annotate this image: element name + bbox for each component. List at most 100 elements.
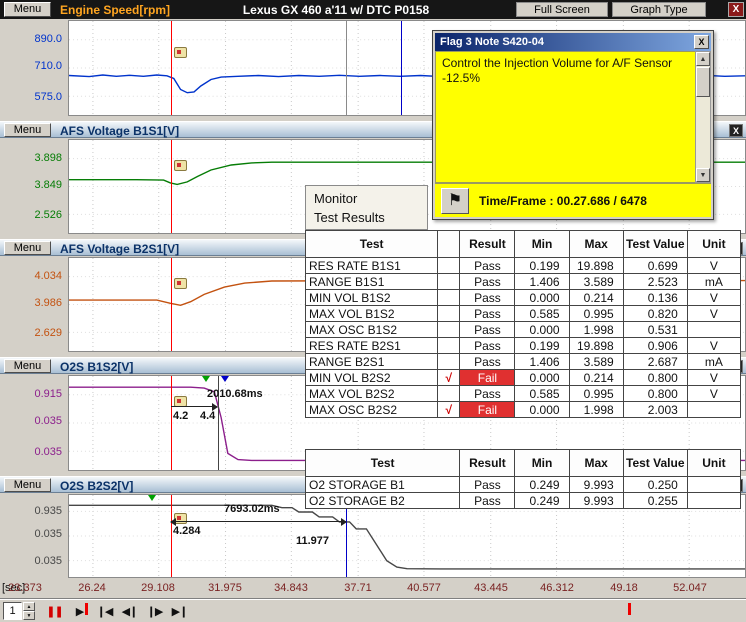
cell-min: 0.249 <box>515 477 569 493</box>
test-result-row[interactable]: MAX OSC B1S2Pass0.0001.9980.531 <box>306 322 741 338</box>
y-axis-afs-b2s1: 4.0343.9862.629 <box>0 257 68 352</box>
arrow-right-icon <box>341 518 347 526</box>
step-forward-button[interactable]: ❙▶ <box>142 601 167 621</box>
panel-title-afs-b2s1: AFS Voltage B2S1[V] <box>60 242 179 256</box>
cell-result: Pass <box>460 258 515 274</box>
spin-down-icon[interactable]: ▼ <box>23 611 35 620</box>
flag-marker-icon[interactable] <box>174 47 187 58</box>
test-result-row[interactable]: RES RATE B2S1Pass0.19919.8980.906V <box>306 338 741 354</box>
full-screen-button[interactable]: Full Screen <box>516 2 608 17</box>
time-frame-label: Time/Frame : 00.27.686 / 6478 <box>479 194 647 208</box>
test-result-row[interactable]: MAX VOL B1S2Pass0.5850.9950.820V <box>306 306 741 322</box>
cell-test-value: 2.523 <box>623 274 687 290</box>
test-result-row[interactable]: O2 STORAGE B2Pass0.2499.9930.255 <box>306 493 741 509</box>
pause-button[interactable]: ❚❚ <box>42 601 67 621</box>
test-result-row[interactable]: RES RATE B1S1Pass0.19919.8980.699V <box>306 258 741 274</box>
menu-button-o2s-b1s2[interactable]: Menu <box>4 359 51 373</box>
o2-storage-table: Test Result Min Max Test Value Unit O2 S… <box>305 449 741 509</box>
menu-button-afs-b1s1[interactable]: Menu <box>4 123 51 137</box>
y-axis-label: 3.898 <box>34 152 62 164</box>
dialog-close-button[interactable]: X <box>694 35 709 49</box>
cell-test-value: 0.820 <box>623 306 687 322</box>
test-result-row[interactable]: RANGE B1S1Pass1.4063.5892.523mA <box>306 274 741 290</box>
duration-annotation: 2010.68ms <box>207 388 263 400</box>
y-axis-label: 3.849 <box>34 179 62 191</box>
red-cursor-line[interactable] <box>171 21 172 115</box>
test-result-row[interactable]: MAX VOL B2S2Pass0.5850.9950.800V <box>306 386 741 402</box>
timeline-flag-marker[interactable] <box>85 603 88 615</box>
test-result-row[interactable]: MIN VOL B1S2Pass0.0000.2140.136V <box>306 290 741 306</box>
time-tick-label: 40.577 <box>394 582 454 594</box>
dialog-titlebar[interactable]: Flag 3 Note S420-04 X <box>435 33 711 51</box>
diagnostic-app: Menu Engine Speed[rpm] Lexus GX 460 a'11… <box>0 0 746 622</box>
red-cursor-line[interactable] <box>171 140 172 233</box>
y-axis-label: 575.0 <box>34 91 62 103</box>
skip-end-button[interactable]: ▶❙ <box>167 601 192 621</box>
menu-button-o2s-b2s2[interactable]: Menu <box>4 478 51 492</box>
note-scrollbar[interactable]: ▲ ▼ <box>695 51 711 183</box>
flag-marker-icon[interactable] <box>174 278 187 289</box>
cell-unit: V <box>687 338 740 354</box>
scroll-up-icon[interactable]: ▲ <box>696 52 710 66</box>
table-header-row: Test Result Min Max Test Value Unit <box>306 450 741 477</box>
monitor-label-box: Monitor Test Results <box>305 185 428 230</box>
flag-note-dialog: Flag 3 Note S420-04 X Control the Inject… <box>432 30 714 220</box>
close-icon[interactable]: X <box>728 2 744 17</box>
test-result-row[interactable]: MIN VOL B2S2√Fail0.0000.2140.800V <box>306 370 741 386</box>
red-cursor-line[interactable] <box>171 258 172 351</box>
monitor-title: Monitor <box>314 189 427 208</box>
flag-icon[interactable]: ⚑ <box>441 188 469 214</box>
col-result: Result <box>460 231 515 258</box>
frame-stepper[interactable]: 1 ▲▼ <box>3 602 35 620</box>
play-button[interactable]: ▶ <box>67 601 92 621</box>
red-cursor-line[interactable] <box>171 376 172 470</box>
cell-result: Pass <box>460 493 515 509</box>
cell-unit <box>687 322 740 338</box>
panel-title-o2s-b2s2: O2S B2S2[V] <box>60 479 133 493</box>
flag-marker-icon[interactable] <box>174 160 187 171</box>
cursor-value-left: 4.284 <box>173 525 201 537</box>
spin-up-icon[interactable]: ▲ <box>23 602 35 611</box>
cell-check <box>438 274 460 290</box>
test-result-row[interactable]: O2 STORAGE B1Pass0.2499.9930.250 <box>306 477 741 493</box>
col-min: Min <box>515 231 569 258</box>
col-max: Max <box>569 231 623 258</box>
cell-result: Pass <box>460 290 515 306</box>
timeline-flag-marker[interactable] <box>628 603 631 615</box>
cell-max: 19.898 <box>569 338 623 354</box>
panel-close-icon[interactable]: X <box>729 124 743 137</box>
cell-min: 0.199 <box>515 258 569 274</box>
cell-check: √ <box>438 402 460 418</box>
menu-button-main[interactable]: Menu <box>4 2 51 17</box>
time-tick-label: 34.843 <box>261 582 321 594</box>
cell-test: MAX VOL B1S2 <box>306 306 438 322</box>
time-tick-label: 31.975 <box>195 582 255 594</box>
cell-min: 0.000 <box>515 290 569 306</box>
cell-unit: mA <box>687 274 740 290</box>
scrollbar-thumb[interactable] <box>696 67 710 97</box>
blue-marker-icon <box>221 376 229 382</box>
cell-min: 0.000 <box>515 402 569 418</box>
step-back-button[interactable]: ◀❙ <box>117 601 142 621</box>
cell-max: 3.589 <box>569 274 623 290</box>
y-axis-o2s-b2s2: 0.9350.0350.035 <box>0 494 68 578</box>
cell-test: MAX VOL B2S2 <box>306 386 438 402</box>
test-result-row[interactable]: MAX OSC B2S2√Fail0.0001.9982.003 <box>306 402 741 418</box>
test-result-row[interactable]: RANGE B2S1Pass1.4063.5892.687mA <box>306 354 741 370</box>
cell-check <box>438 306 460 322</box>
skip-start-button[interactable]: ❙◀ <box>92 601 117 621</box>
scroll-down-icon[interactable]: ▼ <box>696 168 710 182</box>
cell-test: O2 STORAGE B2 <box>306 493 460 509</box>
cell-check <box>438 338 460 354</box>
cell-unit: V <box>687 386 740 402</box>
cell-min: 1.406 <box>515 274 569 290</box>
frame-value: 1 <box>3 602 22 620</box>
graph-type-button[interactable]: Graph Type <box>612 2 706 17</box>
cell-test: MIN VOL B1S2 <box>306 290 438 306</box>
menu-button-afs-b2s1[interactable]: Menu <box>4 241 51 255</box>
cell-max: 1.998 <box>569 402 623 418</box>
cell-min: 0.000 <box>515 322 569 338</box>
red-cursor-line[interactable] <box>171 495 172 577</box>
blue-cursor-line[interactable] <box>401 21 402 115</box>
cell-test-value: 0.255 <box>623 493 687 509</box>
